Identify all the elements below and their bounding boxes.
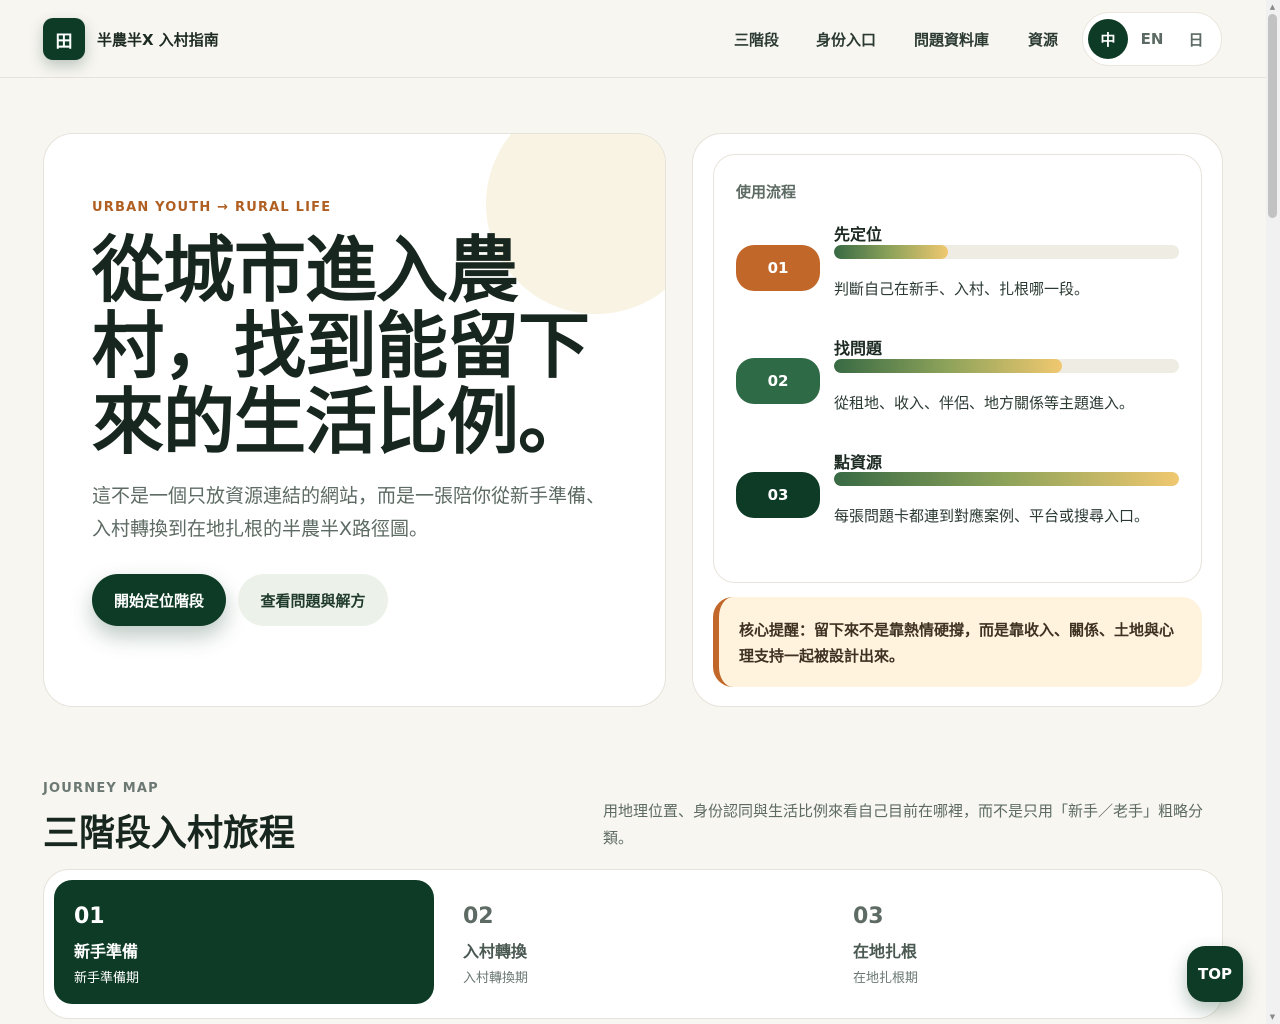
usage-flow-panel: 使用流程 01 先定位 判斷自己在新手、入村、扎根哪一段。 02 找問題 從租地…	[713, 154, 1202, 583]
stage-subtitle: 新手準備期	[74, 971, 140, 986]
step-name: 點資源	[834, 453, 883, 472]
stage-number: 01	[74, 904, 105, 929]
stage-number: 02	[463, 904, 494, 929]
hero-card: URBAN YOUTH → RURAL LIFE 從城市進入農村，找到能留下來的…	[43, 133, 666, 707]
hero-eyebrow: URBAN YOUTH → RURAL LIFE	[92, 200, 332, 215]
start-positioning-button[interactable]: 開始定位階段	[92, 574, 226, 626]
stage-tabs: 01 新手準備 新手準備期 02 入村轉換 入村轉換期 03 在地扎根 在地扎根…	[43, 869, 1223, 1019]
stage-subtitle: 在地扎根期	[853, 971, 919, 986]
hero-description: 這不是一個只放資源連結的網站，而是一張陪你從新手準備、入村轉換到在地扎根的半農半…	[92, 485, 606, 540]
scroll-down-arrow-icon[interactable]: ▼	[1268, 1012, 1277, 1022]
journey-title: 三階段入村旅程	[43, 813, 296, 854]
step-progress-track	[834, 472, 1179, 486]
scrollbar-thumb[interactable]	[1268, 14, 1277, 218]
journey-description: 用地理位置、身份認同與生活比例來看自己目前在哪裡，而不是只用「新手／老手」粗略分…	[603, 802, 1204, 847]
lang-zh-button[interactable]: 中	[1088, 19, 1128, 59]
lang-ja-button[interactable]: 日	[1176, 19, 1216, 59]
stage-tab-newcomer[interactable]: 01 新手準備 新手準備期	[54, 880, 434, 1004]
hero-title: 從城市進入農村，找到能留下來的生活比例。	[92, 228, 590, 464]
view-problems-button[interactable]: 查看問題與解方	[238, 574, 388, 626]
logo-icon[interactable]: 田	[43, 18, 85, 60]
language-switcher: 中 EN 日	[1082, 12, 1222, 66]
stage-tab-rooting[interactable]: 03 在地扎根 在地扎根期	[833, 880, 1213, 1004]
step-badge: 02	[736, 358, 820, 404]
nav-three-stages[interactable]: 三階段	[734, 29, 779, 50]
stage-name: 新手準備	[74, 942, 139, 961]
nav-question-database[interactable]: 問題資料庫	[914, 29, 989, 50]
stage-name: 在地扎根	[853, 942, 918, 961]
site-header: 田 半農半X 入村指南 三階段 身份入口 問題資料庫 資源 中 EN 日	[0, 0, 1266, 78]
step-description: 判斷自己在新手、入村、扎根哪一段。	[834, 280, 1090, 298]
stage-number: 03	[853, 904, 884, 929]
lang-en-button[interactable]: EN	[1132, 19, 1172, 59]
step-badge: 01	[736, 245, 820, 291]
step-progress-track	[834, 359, 1179, 373]
step-name: 先定位	[834, 225, 883, 244]
step-progress-fill	[834, 359, 1062, 373]
usage-flow-card: 使用流程 01 先定位 判斷自己在新手、入村、扎根哪一段。 02 找問題 從租地…	[692, 133, 1223, 707]
step-progress-fill	[834, 245, 948, 259]
scroll-up-arrow-icon[interactable]: ▲	[1268, 2, 1277, 12]
step-name: 找問題	[834, 339, 883, 358]
stage-name: 入村轉換	[463, 942, 528, 961]
usage-flow-title: 使用流程	[736, 183, 797, 201]
step-progress-track	[834, 245, 1179, 259]
step-badge: 03	[736, 472, 820, 518]
step-description: 從租地、收入、伴侶、地方關係等主題進入。	[834, 394, 1135, 412]
core-reminder-callout: 核心提醒：留下來不是靠熱情硬撐，而是靠收入、關係、土地與心理支持一起被設計出來。	[713, 597, 1202, 687]
stage-subtitle: 入村轉換期	[463, 971, 529, 986]
back-to-top-button[interactable]: TOP	[1187, 946, 1243, 1002]
step-description: 每張問題卡都連到對應案例、平台或搜尋入口。	[834, 507, 1150, 525]
nav-resources[interactable]: 資源	[1028, 29, 1058, 50]
step-progress-fill	[834, 472, 1179, 486]
stage-tab-transition[interactable]: 02 入村轉換 入村轉換期	[443, 880, 823, 1004]
nav-identity-entry[interactable]: 身份入口	[816, 29, 876, 50]
journey-eyebrow: JOURNEY MAP	[43, 781, 159, 796]
brand-name[interactable]: 半農半X 入村指南	[97, 29, 219, 50]
